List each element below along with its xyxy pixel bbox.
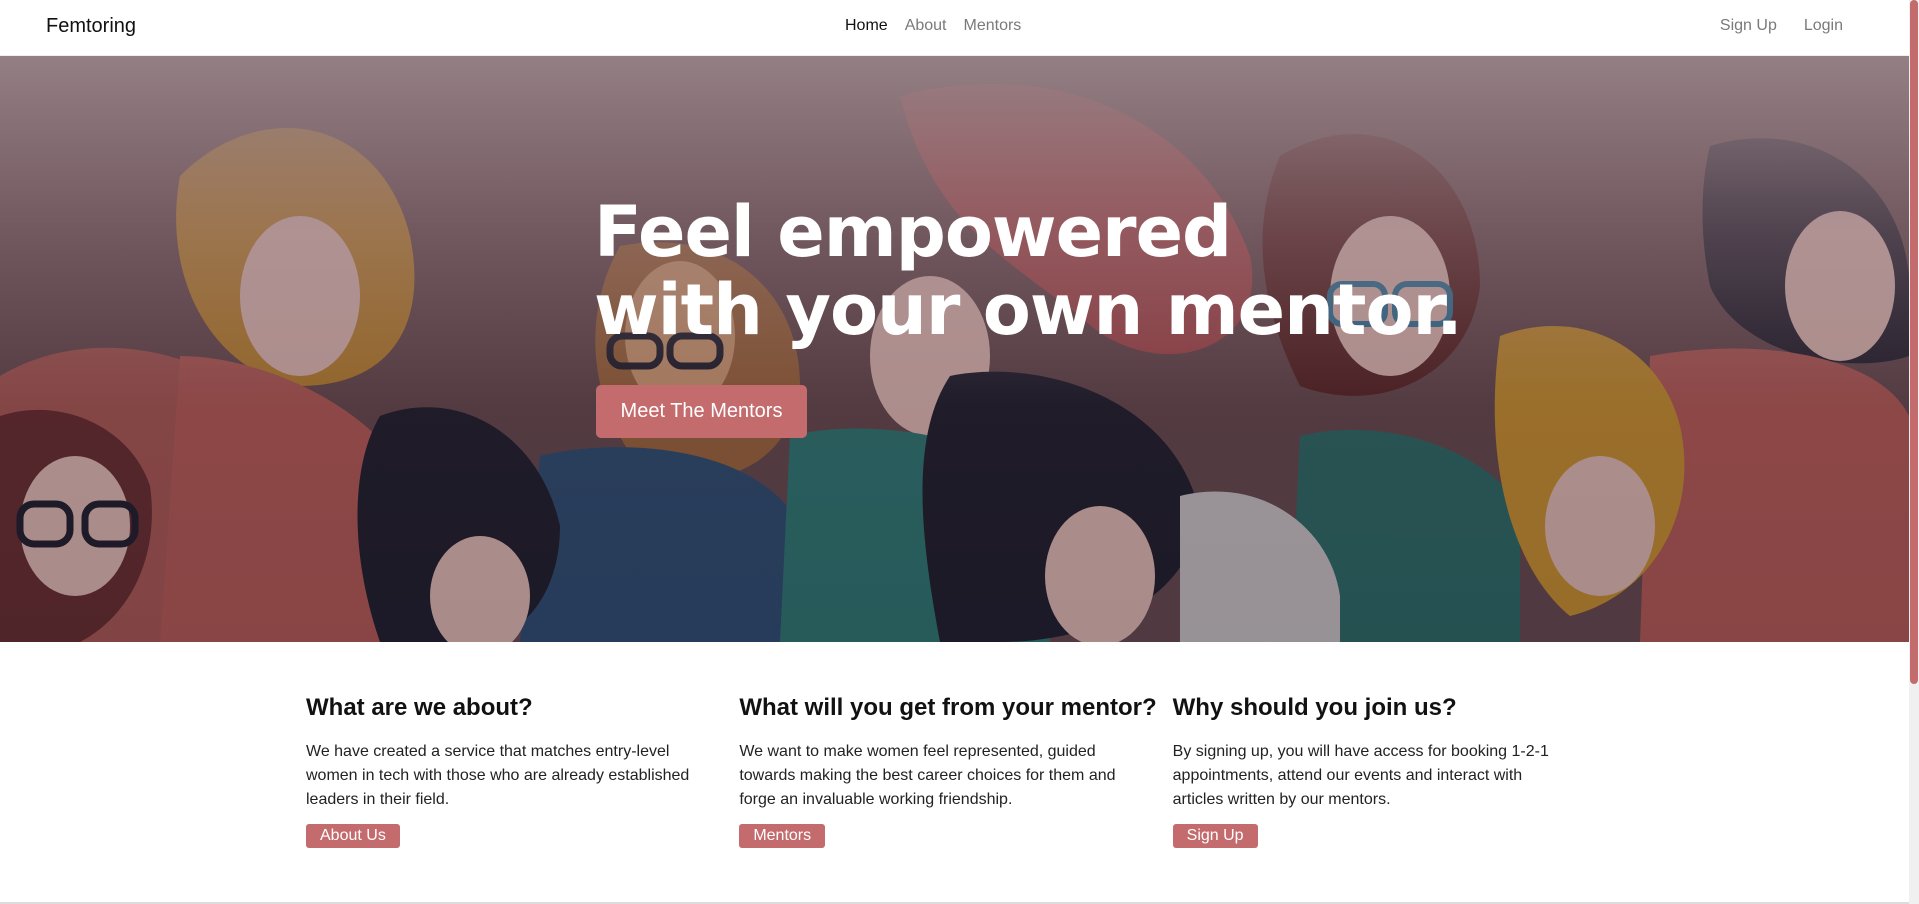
brand-logo[interactable]: Femtoring: [46, 15, 136, 38]
feature-text: We have created a service that matches e…: [306, 743, 690, 808]
feature-join: Why should you join us? By signing up, y…: [1172, 694, 1606, 848]
page-scrollbar[interactable]: [1909, 0, 1919, 904]
feature-text: We want to make women feel represented, …: [739, 743, 1116, 808]
nav-home-link[interactable]: Home: [845, 17, 888, 35]
feature-about: What are we about? We have created a ser…: [306, 694, 739, 848]
sign-up-button[interactable]: Sign Up: [1172, 824, 1258, 848]
about-us-button[interactable]: About Us: [306, 824, 400, 848]
hero-heading-line-1: Feel empowered: [594, 191, 1232, 273]
nav-about-link[interactable]: About: [905, 17, 947, 35]
feature-title: Why should you join us?: [1172, 694, 1457, 721]
main-nav: Home About Mentors: [845, 17, 1021, 35]
nav-mentors-link[interactable]: Mentors: [964, 17, 1022, 35]
nav-login-link[interactable]: Login: [1804, 17, 1843, 35]
feature-text: By signing up, you will have access for …: [1172, 743, 1549, 808]
feature-mentor: What will you get from your mentor? We w…: [739, 694, 1172, 848]
hero-heading-line-2: with your own mentor.: [594, 269, 1463, 351]
hero-banner: Feel empowered with your own mentor. Mee…: [0, 56, 1909, 642]
feature-title: What are we about?: [306, 694, 533, 721]
mentors-button[interactable]: Mentors: [739, 824, 826, 848]
features-section: What are we about? We have created a ser…: [306, 694, 1606, 848]
hero-heading: Feel empowered with your own mentor.: [594, 191, 1463, 351]
nav-signup-link[interactable]: Sign Up: [1720, 17, 1777, 35]
auth-nav: Sign Up Login: [1720, 17, 1843, 35]
scrollbar-thumb[interactable]: [1910, 0, 1918, 684]
meet-mentors-button[interactable]: Meet The Mentors: [596, 385, 807, 438]
navbar: Femtoring Home About Mentors Sign Up Log…: [0, 0, 1909, 56]
feature-title: What will you get from your mentor?: [739, 694, 1157, 721]
